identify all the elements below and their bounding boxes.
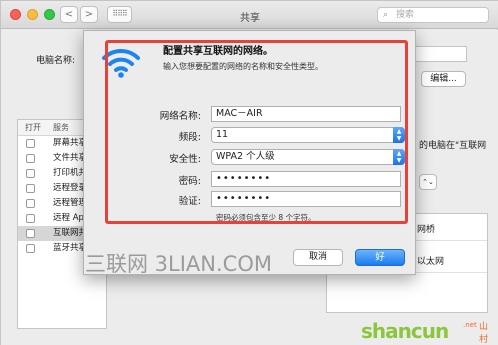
security-select[interactable]: WPA2 个人级 ▲ ▼ [211, 149, 405, 165]
sheet-subtitle: 输入您想要配置的网络的名称和安全性类型。 [163, 62, 323, 71]
edit-button[interactable]: 编辑... [421, 71, 466, 87]
channel-label: 频段: [178, 132, 201, 143]
verify-input[interactable]: •••••••• [211, 191, 401, 207]
sharing-window: < > ⠿⠿⠿ 共享 ⌕ 搜索 电脑名称: 编辑... 打开 服务 屏幕共享文件… [0, 0, 498, 345]
network-name-input[interactable]: MAC－AIR [211, 106, 401, 122]
service-checkbox[interactable] [26, 229, 35, 238]
password-hint: 密码必须包含至少 8 个字符。 [216, 213, 316, 222]
cancel-button[interactable]: 取消 [293, 249, 343, 266]
security-label: 安全性: [169, 154, 201, 165]
search-icon: ⌕ [383, 10, 389, 20]
logo-dot-text: .net [463, 321, 477, 329]
service-checkbox[interactable] [26, 169, 35, 178]
list-item[interactable]: 网桥 [417, 222, 435, 235]
verify-label: 验证: [178, 196, 201, 207]
logo-main-text: shancun [361, 319, 449, 343]
service-label: 文件共享 [53, 153, 88, 163]
chevron-updown-icon: ⌃⌄ [422, 178, 434, 186]
search-placeholder: 搜索 [396, 10, 415, 20]
share-from-popup[interactable]: ⌃⌄ [419, 174, 437, 190]
computer-name-label: 电脑名称: [36, 56, 76, 66]
service-checkbox[interactable] [26, 214, 35, 223]
service-checkbox[interactable] [26, 139, 35, 148]
title-bar: < > ⠿⠿⠿ 共享 ⌕ 搜索 [1, 1, 498, 29]
password-input[interactable]: •••••••• [211, 171, 401, 187]
channel-value: 11 [216, 129, 229, 140]
search-field[interactable]: ⌕ 搜索 [377, 7, 489, 23]
channel-select[interactable]: 11 ▲ ▼ [211, 127, 405, 143]
service-checkbox[interactable] [26, 154, 35, 163]
password-label: 密码: [178, 176, 201, 187]
service-checkbox[interactable] [26, 244, 35, 253]
chevron-updown-icon: ▲ ▼ [393, 149, 405, 165]
ok-button[interactable]: 好 [355, 249, 405, 266]
service-label: 屏幕共享 [53, 138, 88, 148]
service-checkbox[interactable] [26, 184, 35, 193]
network-name-label: 网络名称: [159, 111, 201, 122]
header-service: 服务 [53, 123, 69, 132]
watermark-text: 三联网 3LIAN.COM [85, 252, 272, 276]
internet-sharing-description: 的电脑在"互联网 [419, 141, 487, 151]
logo-cn-text: 山村网 [479, 322, 489, 345]
service-label: 远程登录 [53, 183, 88, 193]
header-on: 打开 [25, 123, 41, 132]
service-checkbox[interactable] [26, 199, 35, 208]
chevron-updown-icon: ▲ ▼ [393, 127, 405, 143]
sheet-title: 配置共享互联网的网络。 [163, 46, 273, 57]
site-logo: shancun .net 山村网 [361, 319, 496, 345]
security-value: WPA2 个人级 [216, 151, 275, 162]
service-label: 蓝牙共享 [53, 243, 88, 253]
computer-name-field[interactable] [411, 46, 467, 62]
service-label: 远程管理 [53, 198, 88, 208]
wifi-icon [102, 48, 140, 78]
list-item[interactable]: 以太网 [417, 254, 444, 267]
